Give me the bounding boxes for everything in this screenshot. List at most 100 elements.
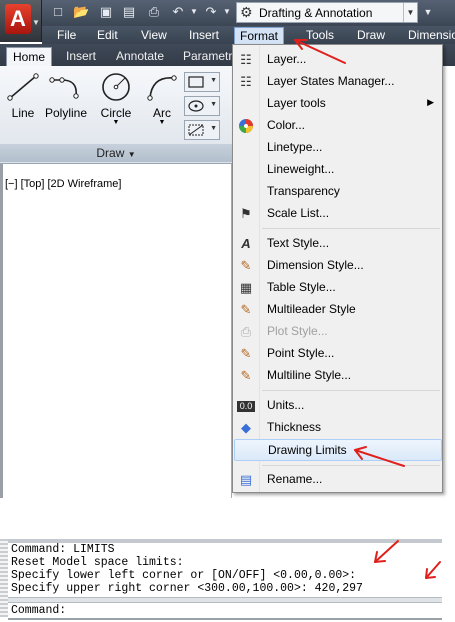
new-icon[interactable]: □ — [50, 4, 66, 20]
open-icon[interactable]: 📂 — [73, 4, 89, 20]
menu-dimension[interactable]: Dimension — [403, 27, 455, 43]
save-icon[interactable]: ▣ — [98, 4, 114, 20]
viewport-controls[interactable]: [−] [Top] [2D Wireframe] — [5, 178, 121, 190]
menu-item-layer-states-manager[interactable]: ☷ Layer States Manager... — [234, 71, 442, 93]
line-tool-label: Line — [11, 106, 35, 120]
tab-parametric[interactable]: Parametr — [177, 47, 238, 66]
menu-item-layer-tools[interactable]: Layer tools ▶ — [234, 93, 442, 115]
menu-item-label: Point Style... — [267, 346, 335, 360]
rectangle-tool-button[interactable]: ▼ — [184, 72, 220, 92]
submenu-arrow-icon: ▶ — [427, 97, 434, 107]
menu-item-label: Layer tools — [267, 96, 326, 110]
menu-format[interactable]: Format — [234, 27, 285, 45]
draw-panel-title-bar[interactable]: Draw ▼ — [0, 144, 232, 162]
polyline-tool-button[interactable]: Polyline — [44, 72, 88, 128]
menu-edit[interactable]: Edit — [92, 27, 123, 43]
menu-item-thickness[interactable]: ◆ Thickness — [234, 417, 442, 439]
command-line: Specify upper right corner <300.00,100.0… — [11, 582, 363, 595]
redo-dropdown-icon[interactable]: ▼ — [219, 4, 235, 20]
chevron-down-icon[interactable]: ▼ — [140, 119, 184, 126]
autocad-logo-icon: A — [5, 4, 31, 34]
application-button[interactable]: A ▼ — [0, 0, 42, 42]
menu-item-transparency[interactable]: Transparency — [234, 181, 442, 203]
menu-item-multiline-style[interactable]: ✎ Multiline Style... — [234, 365, 442, 387]
menu-item-label: Linetype... — [267, 140, 323, 154]
menu-item-point-style[interactable]: ✎ Point Style... — [234, 343, 442, 365]
table-style-icon: ▦ — [239, 280, 253, 295]
dimension-style-icon: ✎ — [240, 258, 252, 273]
menu-item-text-style[interactable]: A Text Style... — [234, 233, 442, 255]
thickness-icon: ◆ — [241, 420, 251, 435]
drawing-canvas[interactable] — [0, 164, 232, 498]
menu-item-label: Rename... — [267, 472, 323, 486]
layer-icon: ☷ — [240, 52, 252, 67]
menu-item-label: Multileader Style — [267, 302, 356, 316]
hatch-tool-button[interactable]: ▼ — [184, 96, 220, 116]
menu-item-label: Scale List... — [267, 206, 330, 220]
circle-icon — [102, 73, 130, 101]
menu-item-label: Layer... — [267, 52, 307, 66]
menu-draw[interactable]: Draw — [352, 27, 390, 43]
menu-item-scale-list[interactable]: ⚑ Scale List... — [234, 203, 442, 225]
tab-home[interactable]: Home — [6, 47, 53, 66]
menu-item-label: Units... — [267, 398, 305, 412]
multiline-style-icon: ✎ — [240, 368, 252, 383]
boundary-icon — [188, 124, 204, 136]
undo-dropdown-icon[interactable]: ▼ — [186, 4, 202, 20]
menu-item-label: Table Style... — [267, 280, 336, 294]
multileader-style-icon: ✎ — [240, 302, 252, 317]
polyline-tool-label: Polyline — [44, 106, 88, 120]
menu-item-layer[interactable]: ☷ Layer... — [234, 49, 442, 71]
gear-icon: ⚙ — [240, 4, 253, 20]
undo-icon[interactable]: ↶ — [170, 4, 186, 20]
menu-item-multileader-style[interactable]: ✎ Multileader Style — [234, 299, 442, 321]
draw-panel: Line Polyline Circle ▼ Arc ▼ ▼ ▼ ▼ Draw … — [0, 66, 232, 164]
menu-item-dimension-style[interactable]: ✎ Dimension Style... — [234, 255, 442, 277]
command-window-grip[interactable] — [0, 539, 8, 617]
redo-icon[interactable]: ↷ — [203, 4, 219, 20]
arc-tool-button[interactable]: Arc ▼ — [140, 72, 184, 128]
layer-states-icon: ☷ — [240, 74, 252, 89]
menu-item-plot-style: ⎙ Plot Style... — [234, 321, 442, 343]
arc-tool-label: Arc — [153, 106, 171, 120]
menu-file[interactable]: File — [52, 27, 81, 43]
print-icon[interactable]: ⎙ — [146, 4, 162, 20]
tab-annotate[interactable]: Annotate — [110, 47, 170, 66]
chevron-down-icon: ▼ — [210, 101, 217, 108]
menu-item-rename[interactable]: ▤ Rename... — [234, 469, 442, 491]
menu-item-units[interactable]: 0.0 Units... — [234, 395, 442, 417]
point-style-icon: ✎ — [240, 346, 252, 361]
menu-item-linetype[interactable]: Linetype... — [234, 137, 442, 159]
menu-insert[interactable]: Insert — [184, 27, 224, 43]
command-history: Command: LIMITS Reset Model space limits:… — [11, 543, 441, 595]
scale-list-icon: ⚑ — [240, 206, 252, 221]
menu-view[interactable]: View — [136, 27, 172, 43]
menu-item-label: Text Style... — [267, 236, 330, 250]
tab-insert[interactable]: Insert — [60, 47, 102, 66]
menu-item-label: Drawing Limits — [268, 443, 347, 457]
workspace-label: Drafting & Annotation — [259, 6, 373, 20]
menu-item-label: Thickness — [267, 420, 322, 434]
rectangle-icon — [188, 76, 204, 88]
line-tool-button[interactable]: Line — [1, 72, 45, 128]
save-as-icon[interactable]: ▤ — [121, 4, 137, 20]
menu-separator — [262, 465, 440, 466]
customize-toolbar-icon[interactable]: ▼ — [421, 4, 435, 20]
chevron-down-icon[interactable]: ▼ — [94, 119, 138, 126]
draw-panel-title: Draw — [96, 146, 125, 160]
menu-separator — [262, 390, 440, 391]
canvas-edge — [0, 164, 3, 498]
menu-item-table-style[interactable]: ▦ Table Style... — [234, 277, 442, 299]
circle-tool-label: Circle — [100, 106, 132, 120]
menu-item-lineweight[interactable]: Lineweight... — [234, 159, 442, 181]
boundary-tool-button[interactable]: ▼ — [184, 120, 220, 140]
circle-tool-button[interactable]: Circle ▼ — [94, 72, 138, 128]
chevron-down-icon: ▼ — [403, 3, 417, 22]
chevron-down-icon: ▼ — [32, 18, 40, 27]
menu-item-color[interactable]: Color... — [234, 115, 442, 137]
workspace-selector[interactable]: ⚙ Drafting & Annotation ▼ — [236, 2, 418, 23]
chevron-down-icon: ▼ — [210, 77, 217, 84]
menu-tools[interactable]: Tools — [301, 27, 339, 43]
command-input[interactable]: Command: — [11, 604, 66, 617]
menu-item-drawing-limits[interactable]: Drawing Limits — [234, 439, 442, 461]
